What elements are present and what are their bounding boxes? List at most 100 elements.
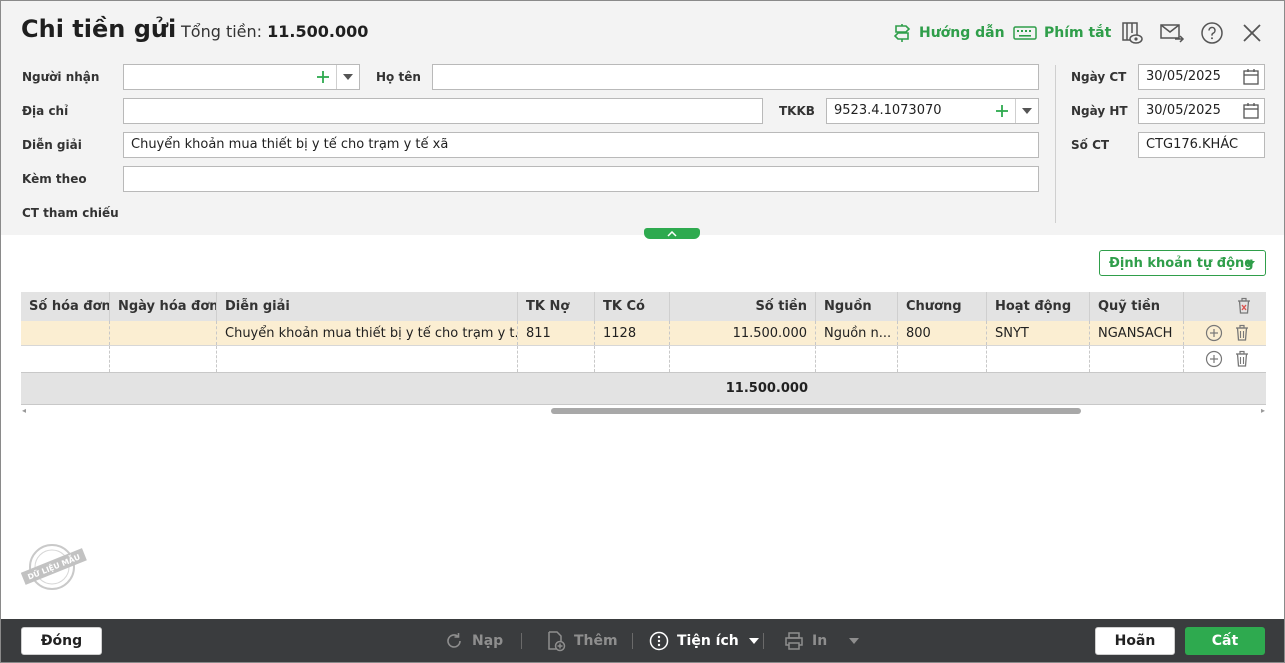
invoice-date-cell[interactable]	[110, 346, 217, 372]
tkkb-field[interactable]: 9523.4.1073070	[826, 98, 1039, 124]
print-button[interactable]: In	[784, 630, 860, 652]
add-tkkb-icon[interactable]	[992, 101, 1012, 121]
caret-down-icon	[748, 638, 759, 644]
total-label: Tổng tiền:	[181, 22, 263, 41]
activity-cell[interactable]	[987, 346, 1090, 372]
add-document-icon	[548, 631, 566, 652]
footer-toolbar: Đóng Nạp Thêm Tiện ích In Hoãn Cất	[1, 619, 1284, 662]
collapse-form-toggle[interactable]	[644, 228, 700, 239]
amount-cell[interactable]: 11.500.000	[670, 321, 816, 345]
form-divider	[1055, 65, 1056, 223]
column-header[interactable]: Chương	[898, 292, 987, 321]
column-header[interactable]: Quỹ tiền	[1090, 292, 1184, 321]
invoice-date-cell[interactable]	[110, 321, 217, 345]
add-button[interactable]: Thêm	[546, 630, 618, 652]
more-options-icon	[649, 631, 669, 651]
credit-account-cell[interactable]	[595, 346, 670, 372]
description-cell[interactable]	[217, 346, 518, 372]
send-mail-icon[interactable]	[1159, 20, 1185, 46]
chapter-cell[interactable]	[898, 346, 987, 372]
add-recipient-icon[interactable]	[313, 67, 333, 87]
column-header[interactable]: Hoạt động	[987, 292, 1090, 321]
guide-link[interactable]: Hướng dẫn	[892, 23, 1005, 43]
table-row[interactable]: Chuyển khoản mua thiết bị y tế cho trạm …	[21, 321, 1266, 346]
print-label: In	[812, 633, 828, 649]
toolbar-divider	[521, 633, 522, 649]
reference-label[interactable]: CT tham chiếu	[22, 206, 119, 220]
signpost-icon	[893, 24, 911, 42]
column-header[interactable]: Diễn giải	[217, 292, 518, 321]
delete-row-icon[interactable]	[1232, 349, 1252, 369]
recipient-dropdown-icon[interactable]	[336, 65, 359, 89]
guide-label: Hướng dẫn	[919, 25, 1005, 41]
cancel-button[interactable]: Hoãn	[1095, 627, 1175, 655]
add-label: Thêm	[574, 633, 618, 649]
horizontal-scrollbar[interactable]: ◂ ▸	[21, 406, 1266, 416]
scroll-left-icon[interactable]: ◂	[22, 406, 26, 415]
table-row[interactable]	[21, 346, 1266, 372]
keyboard-icon	[1013, 26, 1037, 40]
tkkb-value: 9523.4.1073070	[834, 103, 942, 118]
column-header[interactable]: Ngày hóa đơn	[110, 292, 217, 321]
description-field[interactable]: Chuyển khoản mua thiết bị y tế cho trạm …	[123, 132, 1039, 158]
debit-account-cell[interactable]	[518, 346, 595, 372]
address-label: Địa chỉ	[22, 104, 69, 118]
voucher-window: Chi tiền gửi Tổng tiền: 11.500.000 Hướng…	[0, 0, 1285, 663]
delete-all-icon[interactable]	[1234, 296, 1254, 316]
description-cell[interactable]: Chuyển khoản mua thiết bị y tế cho trạm …	[217, 321, 518, 345]
auto-account-label: Định khoản tự động	[1109, 255, 1254, 271]
utilities-button[interactable]: Tiện ích	[649, 630, 759, 652]
scrollbar-thumb[interactable]	[551, 408, 1081, 414]
close-icon[interactable]	[1239, 20, 1265, 46]
caret-down-icon	[849, 638, 860, 644]
view-history-icon[interactable]	[1119, 20, 1145, 46]
source-cell[interactable]	[816, 346, 898, 372]
debit-account-cell[interactable]: 811	[518, 321, 595, 345]
grid-header: Số hóa đơn Ngày hóa đơn Diễn giải TK Nợ …	[21, 292, 1266, 321]
help-icon[interactable]	[1199, 20, 1225, 46]
reload-button[interactable]: Nạp	[444, 630, 503, 652]
toolbar-divider	[763, 633, 764, 649]
delete-row-icon[interactable]	[1232, 323, 1252, 343]
chapter-cell[interactable]: 800	[898, 321, 987, 345]
add-row-icon[interactable]	[1204, 349, 1224, 369]
fullname-field[interactable]	[432, 64, 1039, 90]
calendar-icon[interactable]	[1242, 102, 1260, 120]
invoice-no-cell[interactable]	[21, 346, 110, 372]
detail-grid: Số hóa đơn Ngày hóa đơn Diễn giải TK Nợ …	[21, 292, 1266, 405]
save-button[interactable]: Cất	[1185, 627, 1265, 655]
source-cell[interactable]: Nguồn n...	[816, 321, 898, 345]
attach-label: Kèm theo	[22, 172, 87, 186]
credit-account-cell[interactable]: 1128	[595, 321, 670, 345]
post-date-label: Ngày HT	[1071, 104, 1128, 118]
form-panel: Chi tiền gửi Tổng tiền: 11.500.000 Hướng…	[1, 1, 1284, 235]
add-row-icon[interactable]	[1204, 323, 1224, 343]
doc-no-field[interactable]: CTG176.KHÁC	[1138, 132, 1265, 158]
fund-cell[interactable]	[1090, 346, 1184, 372]
total-amount-cell: 11.500.000	[725, 381, 808, 396]
column-header[interactable]: TK Có	[595, 292, 670, 321]
shortcut-label: Phím tắt	[1044, 25, 1112, 41]
recipient-field[interactable]	[123, 64, 360, 90]
calendar-icon[interactable]	[1242, 68, 1260, 86]
close-button[interactable]: Đóng	[21, 627, 102, 655]
fullname-label: Họ tên	[376, 70, 421, 84]
doc-date-field[interactable]: 30/05/2025	[1138, 64, 1265, 90]
auto-account-button[interactable]: Định khoản tự động	[1099, 250, 1266, 276]
fund-cell[interactable]: NGANSACH	[1090, 321, 1184, 345]
column-header[interactable]: Nguồn	[816, 292, 898, 321]
amount-cell[interactable]	[670, 346, 816, 372]
column-header[interactable]: Số hóa đơn	[21, 292, 110, 321]
scroll-right-icon[interactable]: ▸	[1261, 406, 1265, 415]
activity-cell[interactable]: SNYT	[987, 321, 1090, 345]
total-summary: Tổng tiền: 11.500.000	[181, 22, 368, 41]
post-date-field[interactable]: 30/05/2025	[1138, 98, 1265, 124]
chevron-up-icon	[667, 230, 677, 237]
column-header[interactable]: Số tiền	[670, 292, 816, 321]
tkkb-dropdown-icon[interactable]	[1015, 99, 1038, 123]
invoice-no-cell[interactable]	[21, 321, 110, 345]
attach-field[interactable]	[123, 166, 1039, 192]
address-field[interactable]	[123, 98, 763, 124]
shortcut-link[interactable]: Phím tắt	[1013, 23, 1111, 43]
column-header[interactable]: TK Nợ	[518, 292, 595, 321]
